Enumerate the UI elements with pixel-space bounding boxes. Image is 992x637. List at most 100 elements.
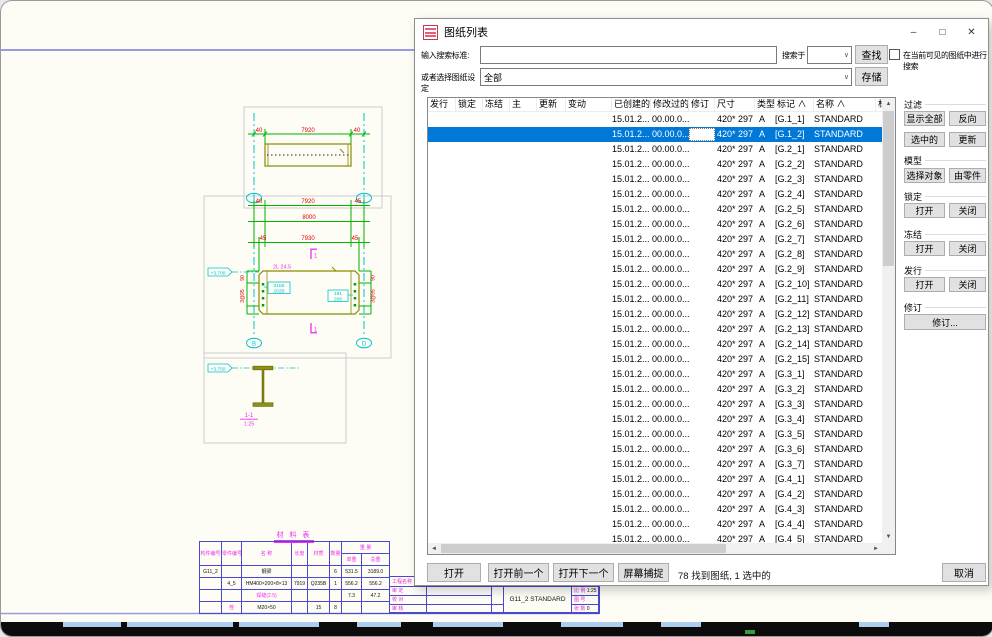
table-row[interactable]: 15.01.2... 00.00.0... 420* 297 A [G.3_2]… [428,382,895,397]
elev-dim-r1-left: 40 [256,199,263,205]
issue-group: 发行 打开 关闭 [904,265,986,275]
side-panel: 过滤 显示全部 反向 选中的 更新 模型 选择对象 由零件 锁定 打开 关闭 冻… [904,99,986,439]
horizontal-scroll-thumb[interactable] [441,544,726,553]
table-row[interactable]: 15.01.2... 00.00.0... 420* 297 A [G.2_14… [428,337,895,352]
plan-dim-mid: 7920 [301,128,315,134]
lock-group-title: 锁定 [904,191,986,201]
table-row[interactable]: 15.01.2... 00.00.0... 420* 297 A [G.3_7]… [428,457,895,472]
svg-text:191: 191 [334,291,342,297]
selected-button[interactable]: 选中的 [904,132,945,147]
plan-dim-left: 40 [256,128,263,134]
materials-row: G11_2钢梁 6531.53189.0 [200,566,390,578]
table-row[interactable]: 15.01.2... 00.00.0... 420* 297 A [G.3_6]… [428,442,895,457]
drawing-list-dialog: 图纸列表 – □ ✕ 输入搜索标准: 搜索于 ∨ 查找 在当前可见的图纸中进行搜… [414,18,989,586]
search-in-label: 搜索于 [782,50,805,61]
maximize-icon[interactable]: □ [928,19,957,45]
elev-dim-r3-right: 45 [352,236,359,242]
materials-row: 4_5HM400×200×8×137919 Q235B1556.2556.2 [200,578,390,590]
snapshot-button[interactable]: 屏幕捕捉 [618,563,669,582]
update-button[interactable]: 更新 [949,132,986,147]
table-row[interactable]: 15.01.2... 00.00.0... 420* 297 A [G.2_2]… [428,157,895,172]
issue-group-title: 发行 [904,265,986,275]
table-row[interactable]: 15.01.2... 00.00.0... 420* 297 A [G.2_15… [428,352,895,367]
elev-dim-side-mid: 3@95 [240,289,246,303]
minimize-icon[interactable]: – [899,19,928,45]
lock-on-button[interactable]: 打开 [904,203,945,218]
issue-on-button[interactable]: 打开 [904,277,945,292]
grid-label-right: D [362,342,367,348]
table-row[interactable]: 15.01.2... 00.00.0... 420* 297 A [G.2_7]… [428,232,895,247]
table-row[interactable]: 15.01.2... 00.00.0... 420* 297 A [G.4_1]… [428,472,895,487]
drawing-list-header[interactable]: 发行锁定 冻结主 更新变动 已创建的修改过的 修订尺寸 类型标记 ∧ 名称 ∧标 [428,98,895,112]
freeze-off-button[interactable]: 关闭 [949,241,986,256]
table-row[interactable]: 15.01.2... 00.00.0... 420* 297 A [G.2_11… [428,292,895,307]
revision-button[interactable]: 修订... [904,314,986,330]
table-row[interactable]: 15.01.2... 00.00.0... 420* 297 A [G.4_2]… [428,487,895,502]
i-beam-section [253,366,273,406]
preset-dropdown[interactable]: 全部∨ [480,68,852,86]
scroll-right-icon[interactable]: ► [870,543,882,554]
dialog-titlebar[interactable]: 图纸列表 – □ ✕ [415,19,988,45]
drawing-name: G11_2 STANDARD [504,587,572,615]
svg-text:90: 90 [371,275,377,281]
elev-dim-r3-left: 45 [260,236,267,242]
plan-dim-right: 40 [354,128,361,134]
scroll-left-icon[interactable]: ◄ [428,543,440,554]
freeze-on-button[interactable]: 打开 [904,241,945,256]
table-row[interactable]: 15.01.2... 00.00.0... 420* 297 A [G.3_4]… [428,412,895,427]
select-objects-button[interactable]: 选择对象 [904,168,945,183]
table-row[interactable]: 15.01.2... 00.00.0... 420* 297 A [G.2_9]… [428,262,895,277]
search-label: 输入搜索标准: [421,50,479,61]
bottom-taskbar-strip [1,622,992,636]
table-row[interactable]: 15.01.2... 00.00.0... 420* 297 A [G.4_3]… [428,502,895,517]
table-row[interactable]: 15.01.2... 00.00.0... 420* 297 A [G.1_1]… [428,112,895,127]
by-parts-button[interactable]: 由零件 [949,168,986,183]
svg-text:+3.700: +3.700 [211,270,226,276]
application-screen: B D 40 7920 40 [0,0,992,637]
table-row[interactable]: 15.01.2... 00.00.0... 420* 297 A [G.2_4]… [428,187,895,202]
table-row[interactable]: 15.01.2... 00.00.0... 420* 297 A [G.2_13… [428,322,895,337]
search-visible-checkbox[interactable] [889,49,900,60]
table-row[interactable]: 15.01.2... 00.00.0... 420* 297 A [G.2_6]… [428,217,895,232]
table-row[interactable]: 15.01.2... 00.00.0... 420* 297 A [G.4_4]… [428,517,895,532]
issue-off-button[interactable]: 关闭 [949,277,986,292]
horizontal-scrollbar[interactable]: ◄ ► [428,543,882,554]
save-button[interactable]: 存储 [855,67,888,86]
elev-dim-r1-mid: 7920 [301,199,315,205]
open-previous-button[interactable]: 打开前一个 [488,563,549,582]
table-row[interactable]: 15.01.2... 00.00.0... 420* 297 A [G.2_12… [428,307,895,322]
cancel-button[interactable]: 取消 [942,563,986,582]
dialog-title: 图纸列表 [444,24,488,40]
table-row[interactable]: 15.01.2... 00.00.0... 420* 297 A [G.1_2]… [428,127,895,142]
scroll-up-icon[interactable]: ▲ [882,98,895,110]
table-row[interactable]: 15.01.2... 00.00.0... 420* 297 A [G.2_1]… [428,142,895,157]
close-icon[interactable]: ✕ [957,19,986,45]
model-group-title: 模型 [904,155,986,165]
open-button[interactable]: 打开 [427,563,481,582]
vertical-scroll-thumb[interactable] [883,111,894,266]
freeze-group-title: 冻结 [904,229,986,239]
vertical-scrollbar[interactable]: ▲ ▼ [882,98,895,543]
search-input[interactable] [480,46,777,64]
table-row[interactable]: 15.01.2... 00.00.0... 420* 297 A [G.2_10… [428,277,895,292]
elev-dim-side-top: 90 [240,275,246,281]
table-row[interactable]: 15.01.2... 00.00.0... 420* 297 A [G.2_5]… [428,202,895,217]
beam-note: 2L 24.5 [273,265,291,271]
elevation-flag: +3.700 [208,268,259,276]
table-row[interactable]: 15.01.2... 00.00.0... 420* 297 A [G.2_8]… [428,247,895,262]
search-in-dropdown[interactable]: ∨ [807,46,852,64]
table-row[interactable]: 15.01.2... 00.00.0... 420* 297 A [G.2_3]… [428,172,895,187]
find-button[interactable]: 查找 [855,45,888,64]
scroll-down-icon[interactable]: ▼ [882,531,895,543]
drawing-list-body: 15.01.2... 00.00.0... 420* 297 A [G.1_1]… [428,112,895,544]
lock-off-button[interactable]: 关闭 [949,203,986,218]
table-row[interactable]: 15.01.2... 00.00.0... 420* 297 A [G.3_3]… [428,397,895,412]
invert-button[interactable]: 反向 [949,111,986,126]
filter-group: 过滤 显示全部 反向 选中的 更新 [904,99,986,109]
open-next-button[interactable]: 打开下一个 [553,563,614,582]
section-scale: 1:25 [244,422,255,428]
show-all-button[interactable]: 显示全部 [904,111,945,126]
table-row[interactable]: 15.01.2... 00.00.0... 420* 297 A [G.3_1]… [428,367,895,382]
table-row[interactable]: 15.01.2... 00.00.0... 420* 297 A [G.3_5]… [428,427,895,442]
number-cell: 图 号 [572,596,600,605]
